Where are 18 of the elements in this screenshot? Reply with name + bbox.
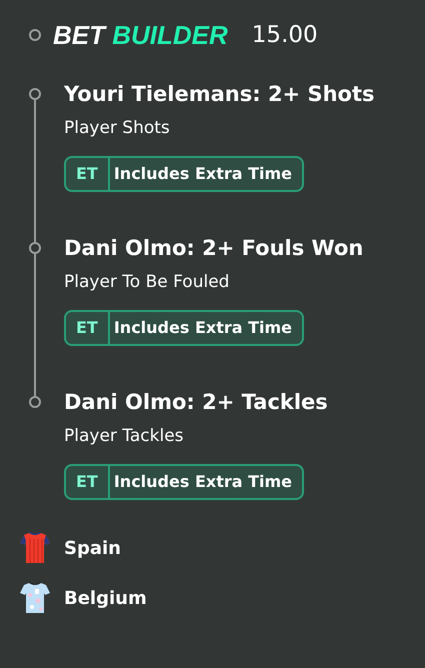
badge-label: Includes Extra Time [112,471,294,493]
team-name: Spain [64,536,121,560]
badge-code: ET [66,466,110,498]
market-name: Player To Be Fouled [64,271,230,293]
badge-label: Includes Extra Time [112,317,294,339]
bet-builder-title: BET BUILDER [53,18,228,52]
selection-title: Dani Olmo: 2+ Fouls Won [64,235,364,262]
selection-title: Dani Olmo: 2+ Tackles [64,389,328,416]
speckled-shirt-icon [20,581,50,615]
badge-code: ET [66,158,110,190]
badge-label: Includes Extra Time [112,163,294,185]
badge-code: ET [66,312,110,344]
team-name: Belgium [64,586,147,610]
market-name: Player Tackles [64,425,185,447]
selection-title: Youri Tielemans: 2+ Shots [64,81,374,108]
odds: 15.00 [252,20,318,50]
market-name: Player Shots [64,117,171,139]
striped-shirt-icon [20,531,50,565]
